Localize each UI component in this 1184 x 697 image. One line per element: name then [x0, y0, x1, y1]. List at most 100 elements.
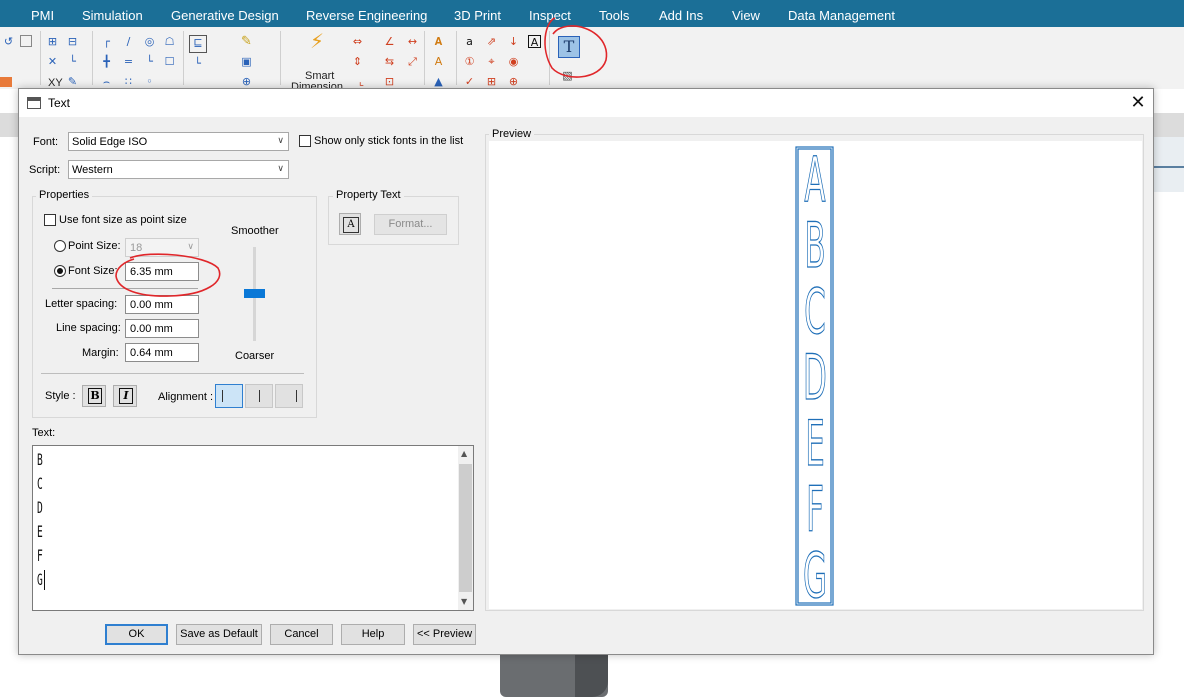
angle-dimension-icon[interactable]: ⌞ — [355, 75, 368, 88]
menu-generative-design[interactable]: Generative Design — [171, 8, 279, 23]
preview-title: Preview — [489, 128, 535, 140]
smart-dimension-icon[interactable]: ⚡ — [305, 31, 329, 59]
stick-fonts-checkbox[interactable] — [299, 135, 311, 147]
sketch-icon[interactable]: ↺ — [2, 35, 15, 48]
image-icon[interactable]: ▧ — [561, 69, 574, 82]
script-label: Script: — [29, 164, 61, 176]
ribbon-toolbar: ↺ ⊞ ⊟ ✕ └ XY ✎ ┌ ∕ ◎ ☖ ╋ = └ ☐ ⌢ ∷ ◦ ⊑ └… — [0, 27, 1184, 89]
property-text-button[interactable]: A — [339, 213, 361, 235]
scroll-up-icon[interactable]: ▲ — [461, 449, 467, 458]
chain-dimension-icon[interactable]: ↔ — [406, 35, 419, 48]
menu-simulation[interactable]: Simulation — [82, 8, 143, 23]
target-icon[interactable]: ⊕ — [240, 75, 253, 88]
smoother-label: Smoother — [231, 225, 279, 237]
window-icon — [27, 97, 41, 109]
circle-icon[interactable]: ◎ — [143, 35, 156, 48]
symmetric-icon[interactable]: ⇆ — [383, 55, 396, 68]
angle-icon[interactable]: └ — [191, 57, 204, 70]
balloon-icon[interactable]: ① — [463, 55, 476, 68]
crosshair-icon[interactable]: ╋ — [100, 55, 113, 68]
menu-data-management[interactable]: Data Management — [788, 8, 895, 23]
font-size-input[interactable]: 6.35 mm — [125, 262, 199, 281]
script-select[interactable]: Western ∨ — [68, 160, 289, 179]
point-size-radio[interactable] — [54, 240, 66, 252]
frame-icon[interactable]: ▣ — [240, 55, 253, 68]
add-point-icon[interactable]: ✕ — [46, 55, 59, 68]
smoothness-slider[interactable] — [244, 289, 265, 298]
point-size-select[interactable]: 18 ∨ — [125, 238, 199, 257]
text-tool-icon[interactable]: T — [558, 36, 580, 58]
leader-icon[interactable]: ⇗ — [485, 35, 498, 48]
edge-icon[interactable]: ⊞ — [485, 75, 498, 88]
document-icon[interactable]: ☐ — [163, 55, 176, 68]
text-box-icon[interactable]: A — [528, 35, 541, 49]
chevron-down-icon: ∨ — [277, 136, 284, 146]
menu-3d-print[interactable]: 3D Print — [454, 8, 501, 23]
font-size-radio[interactable] — [54, 265, 66, 277]
corner-icon[interactable]: └ — [66, 55, 79, 68]
font-select[interactable]: Solid Edge ISO ∨ — [68, 132, 289, 151]
preview-toggle-button[interactable]: << Preview — [413, 624, 476, 645]
line-spacing-input[interactable]: 0.00 mm — [125, 319, 199, 338]
text-cursor — [44, 570, 45, 590]
table-icon[interactable]: ⊟ — [66, 35, 79, 48]
cross-icon[interactable]: ⊕ — [507, 75, 520, 88]
close-icon[interactable]: ✕ — [1128, 93, 1148, 113]
scroll-down-icon[interactable]: ▼ — [461, 597, 467, 606]
grid-icon[interactable]: ⊞ — [46, 35, 59, 48]
arrow-up-icon[interactable]: ▲ — [432, 75, 445, 88]
dimension-icon[interactable]: ⇔ — [351, 35, 364, 48]
radial-icon[interactable]: ⤢ — [406, 55, 419, 68]
callout-icon[interactable]: a — [463, 35, 476, 48]
group-icon[interactable]: ∷ — [122, 75, 135, 88]
help-button[interactable]: Help — [341, 624, 405, 645]
coordinate-icon[interactable]: ⇕ — [351, 55, 364, 68]
cancel-button[interactable]: Cancel — [270, 624, 333, 645]
lock-icon[interactable]: ☖ — [163, 35, 176, 48]
coarser-label: Coarser — [235, 350, 275, 362]
margin-input[interactable]: 0.64 mm — [125, 343, 199, 362]
connect-icon[interactable]: ◦ — [143, 75, 156, 88]
text-scrollbar[interactable]: ▲ ▼ — [458, 446, 473, 610]
menu-pmi[interactable]: PMI — [31, 8, 54, 23]
arc-icon[interactable]: ∕ — [122, 35, 135, 48]
angular-dimension-icon[interactable]: ∠ — [383, 35, 396, 48]
equal-icon[interactable]: = — [122, 55, 135, 68]
bold-button[interactable]: B — [82, 385, 106, 407]
menu-reverse-engineering[interactable]: Reverse Engineering — [306, 8, 427, 23]
menu-add-ins[interactable]: Add Ins — [659, 8, 703, 23]
weld-icon[interactable]: ⌖ — [485, 55, 498, 68]
format-button[interactable]: Format... — [374, 214, 447, 235]
menu-view[interactable]: View — [732, 8, 760, 23]
paint-icon[interactable]: ✎ — [240, 35, 253, 48]
background-divider — [1152, 166, 1184, 168]
menu-tools[interactable]: Tools — [599, 8, 629, 23]
text-input-area[interactable]: B C D E F G ▲ ▼ — [32, 445, 474, 611]
align-right-button[interactable] — [275, 384, 303, 408]
line-icon[interactable]: ┌ — [100, 35, 113, 48]
surface-icon[interactable]: ◉ — [507, 55, 520, 68]
datum-icon[interactable]: ↓ — [507, 35, 520, 48]
symmetry-icon[interactable]: ⌢ — [100, 75, 113, 88]
align-left-button[interactable] — [215, 384, 243, 408]
scrollbar-thumb[interactable] — [459, 464, 472, 592]
background-panel — [1152, 137, 1184, 192]
fill-icon[interactable] — [0, 77, 12, 87]
font-size-icon[interactable]: A — [432, 55, 445, 68]
ok-button[interactable]: OK — [105, 624, 168, 645]
relations-icon[interactable]: ⊑ — [189, 35, 207, 53]
edit-icon[interactable]: ✎ — [66, 75, 79, 88]
text-style-icon[interactable]: 𝐀 — [432, 35, 445, 48]
italic-button[interactable]: I — [113, 385, 137, 407]
save-as-default-button[interactable]: Save as Default — [176, 624, 262, 645]
menu-inspect[interactable]: Inspect — [529, 8, 571, 23]
finish-icon[interactable]: ✓ — [463, 75, 476, 88]
perpendicular-icon[interactable]: └ — [143, 55, 156, 68]
dialog-titlebar[interactable]: Text ✕ — [19, 89, 1153, 117]
stack-icon[interactable]: ⊡ — [383, 75, 396, 88]
style-label: Style : — [45, 390, 76, 402]
letter-spacing-input[interactable]: 0.00 mm — [125, 295, 199, 314]
box-icon[interactable] — [20, 35, 32, 47]
align-center-button[interactable] — [245, 384, 273, 408]
use-point-size-checkbox[interactable] — [44, 214, 56, 226]
